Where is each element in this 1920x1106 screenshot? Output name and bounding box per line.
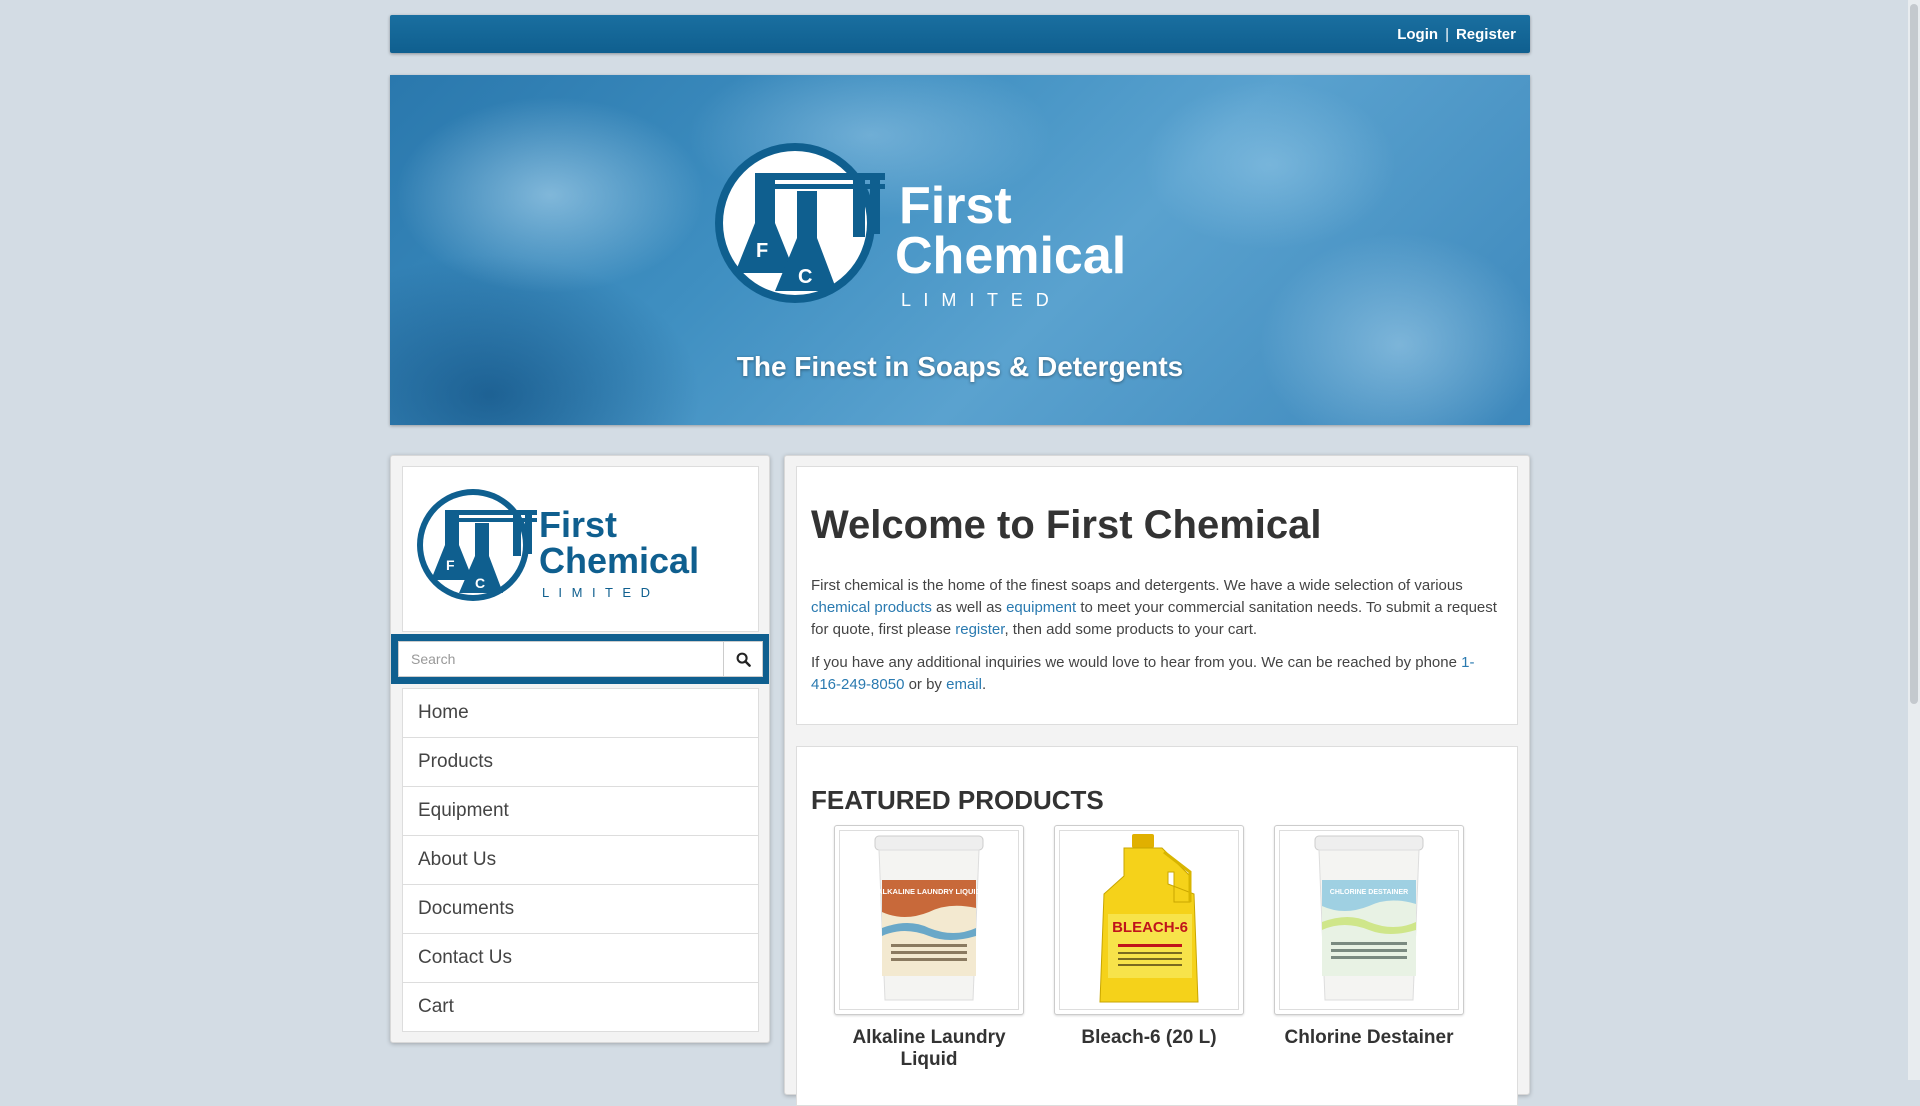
nav-item-documents[interactable]: Documents — [403, 885, 758, 934]
email-link[interactable]: email — [946, 676, 982, 693]
banner-tagline: The Finest in Soaps & Detergents — [736, 351, 1184, 382]
nav-item-equipment[interactable]: Equipment — [403, 787, 758, 836]
svg-text:CHLORINE DESTAINER: CHLORINE DESTAINER — [1330, 889, 1408, 896]
nav-item-home[interactable]: Home — [403, 689, 758, 738]
sidebar-logo[interactable]: F C First Chemical L I M I T E D — [402, 466, 759, 632]
search-input[interactable] — [398, 641, 723, 677]
svg-text:ALKALINE LAUNDRY LIQUID: ALKALINE LAUNDRY LIQUID — [877, 887, 981, 896]
search-icon — [736, 652, 751, 667]
sidebar-logo-graphic: F C First Chemical L I M I T E D — [417, 489, 699, 601]
nav-item-about-us[interactable]: About Us — [403, 836, 758, 885]
banner-logo: F C First Chemical L I M I T E D — [715, 143, 1126, 310]
product-name[interactable]: Bleach-6 (20 L) — [1054, 1027, 1244, 1049]
product-thumbnail[interactable]: BLEACH-6 — [1054, 825, 1244, 1015]
page-container: Login | Register F C First Chemical L I … — [390, 15, 1530, 1106]
sidebar-logo-chemical: Chemical — [539, 540, 699, 581]
welcome-panel: Welcome to First Chemical First chemical… — [796, 466, 1518, 725]
search-button[interactable] — [723, 641, 763, 677]
welcome-title: Welcome to First Chemical — [811, 503, 1322, 547]
svg-text:C: C — [475, 575, 485, 591]
jug-image: BLEACH-6 — [1099, 834, 1199, 1003]
banner-logo-f: F — [756, 240, 768, 262]
sidebar-logo-limited: L I M I T E D — [542, 585, 653, 600]
pail-image: ALKALINE LAUNDRY LIQUID — [874, 835, 984, 1001]
sidebar-nav: Home Products Equipment About Us Documen… — [402, 688, 759, 1032]
main-content: Welcome to First Chemical First chemical… — [784, 455, 1530, 1106]
sidebar-logo-first: First — [539, 504, 617, 545]
equipment-link[interactable]: equipment — [1006, 599, 1076, 616]
svg-text:BLEACH-6: BLEACH-6 — [1112, 919, 1188, 936]
product-name[interactable]: Alkaline Laundry Liquid — [834, 1027, 1024, 1071]
register-link[interactable]: Register — [1456, 26, 1516, 43]
search-bar — [391, 634, 769, 684]
product-thumbnail[interactable]: CHLORINE DESTAINER — [1274, 825, 1464, 1015]
product-name[interactable]: Chlorine Destainer — [1274, 1027, 1464, 1049]
chemical-products-link[interactable]: chemical products — [811, 599, 932, 616]
featured-heading: FEATURED PRODUCTS — [811, 785, 1104, 815]
page-scrollbar[interactable] — [1908, 0, 1920, 1080]
top-bar: Login | Register — [390, 15, 1530, 53]
login-link[interactable]: Login — [1397, 26, 1438, 43]
product-thumbnail[interactable]: ALKALINE LAUNDRY LIQUID — [834, 825, 1024, 1015]
hero-banner: F C First Chemical L I M I T E D The Fin… — [390, 75, 1530, 425]
svg-text:F: F — [446, 557, 455, 573]
product-card[interactable]: BLEACH-6 Bleach-6 (20 L) — [1054, 825, 1244, 1049]
product-card[interactable]: CHLORINE DESTAINER Chlorine Destainer — [1274, 825, 1464, 1049]
nav-item-contact-us[interactable]: Contact Us — [403, 934, 758, 983]
featured-products-panel: FEATURED PRODUCTS ALKALINE LAUNDRY LIQUI… — [796, 746, 1518, 1106]
banner-logo-chemical: Chemical — [895, 227, 1126, 285]
sidebar: F C First Chemical L I M I T E D Home Pr… — [390, 455, 770, 1043]
banner-logo-limited: L I M I T E D — [901, 290, 1053, 310]
scrollbar-thumb[interactable] — [1910, 4, 1918, 704]
separator: | — [1445, 25, 1449, 43]
register-inline-link[interactable]: register — [955, 621, 1004, 638]
product-card[interactable]: ALKALINE LAUNDRY LIQUID Alkaline Laundry… — [834, 825, 1024, 1071]
nav-item-cart[interactable]: Cart — [403, 983, 758, 1031]
welcome-intro: First chemical is the home of the finest… — [811, 577, 1497, 638]
banner-logo-c: C — [798, 266, 812, 288]
nav-item-products[interactable]: Products — [403, 738, 758, 787]
pail-image: CHLORINE DESTAINER — [1314, 835, 1424, 1001]
welcome-contact: If you have any additional inquiries we … — [811, 654, 1475, 693]
